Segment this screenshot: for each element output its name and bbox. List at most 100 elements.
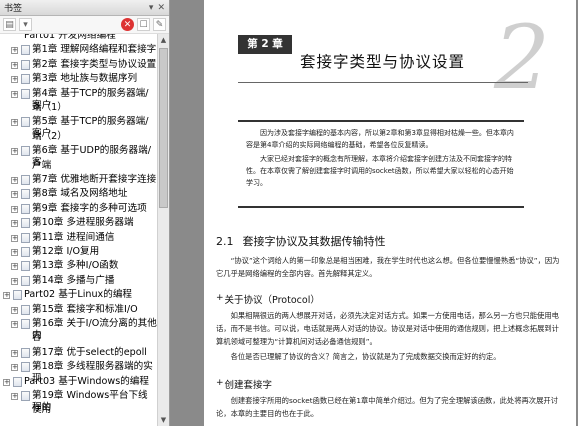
- bookmark-item[interactable]: + 第9章 套接字的多种可选项: [0, 203, 157, 217]
- expand-toggle-icon[interactable]: +: [11, 76, 18, 84]
- bookmark-icon: [21, 189, 30, 200]
- delete-bookmark-icon[interactable]: ✕: [121, 18, 134, 31]
- expand-toggle-icon[interactable]: +: [11, 364, 18, 372]
- bookmark-item[interactable]: + 第8章 域名及网络地址: [0, 188, 157, 202]
- expand-toggle-icon[interactable]: +: [11, 263, 18, 271]
- body-paragraph: 如果相隔很远的两人想展开对话，必须先决定对话方式。如果一方使用电话，那么另一方也…: [216, 309, 566, 348]
- bookmark-icon: [21, 232, 30, 243]
- expand-toggle-icon[interactable]: +: [11, 234, 18, 242]
- expand-toggle-icon[interactable]: +: [3, 292, 10, 300]
- paragraph-text: 如果相隔很远的两人想展开对话，必须先决定对话方式。如果一方使用电话，那么另一方也…: [216, 311, 559, 346]
- bookmark-options-icon[interactable]: ▤: [3, 18, 16, 31]
- options-icon[interactable]: ▾: [149, 3, 154, 13]
- close-icon[interactable]: ✕: [157, 3, 165, 13]
- expand-toggle-icon[interactable]: +: [11, 220, 18, 228]
- bookmark-item[interactable]: + 第11章 进程间通信: [0, 232, 157, 246]
- expand-toggle-icon[interactable]: +: [11, 393, 18, 400]
- subhead-title: 创建套接字: [224, 380, 273, 391]
- bookmark-item[interactable]: + 第6章 基于UDP的服务器端/客: [0, 145, 157, 168]
- bookmark-label: 第15章 套接字和标准I/O: [32, 303, 138, 315]
- bookmark-item[interactable]: + 第13章 多种I/O函数: [0, 260, 157, 274]
- bookmark-icon: [21, 218, 30, 229]
- paragraph-text: 创建套接字所用的socket函数已经在第1章中简单介绍过。但为了完全理解该函数，…: [216, 396, 558, 418]
- bookmark-icon: [21, 304, 30, 315]
- bookmark-label: 第8章 域名及网络地址: [32, 188, 128, 200]
- bookmark-item[interactable]: + 第4章 基于TCP的服务器端/客户: [0, 88, 157, 111]
- bookmark-item[interactable]: + 第18章 多线程服务器端的实现: [0, 361, 157, 384]
- panel-header-icons: ▾ ✕: [149, 3, 165, 13]
- document-background: [170, 0, 204, 426]
- panel-header: 书签 ▾ ✕: [0, 0, 169, 16]
- expand-toggle-icon[interactable]: +: [3, 378, 10, 386]
- bookmark-item[interactable]: + 第2章 套接字类型与协议设置: [0, 59, 157, 73]
- paragraph-text: 各位是否已理解了协议的含义？简言之，协议就是为了完成数据交换而定好的约定。: [230, 352, 501, 361]
- scroll-up-icon[interactable]: ▲: [158, 34, 169, 46]
- bookmark-item[interactable]: 使用: [0, 404, 157, 418]
- bookmark-item[interactable]: 端（2）: [0, 131, 157, 145]
- expand-toggle-icon[interactable]: +: [11, 205, 18, 213]
- bookmark-item[interactable]: + 第7章 优雅地断开套接字连接: [0, 174, 157, 188]
- section-heading: 2.1 套接字协议及其数据传输特性: [216, 233, 386, 249]
- expand-icon[interactable]: ▾: [19, 18, 32, 31]
- expand-toggle-icon[interactable]: +: [11, 119, 18, 127]
- bookmark-icon: [21, 59, 30, 70]
- bookmark-tree: Part01 开发网络编程 + 第1章 理解网络编程和套接字 + 第2章 套接字类型与协…: [0, 34, 157, 426]
- expand-toggle-icon[interactable]: +: [11, 47, 18, 55]
- bookmark-icon: [21, 146, 30, 157]
- scroll-thumb[interactable]: [159, 48, 168, 208]
- bookmark-toolbar: ▤ ▾ ✕ ☐ ✎: [0, 16, 169, 34]
- bookmark-item[interactable]: + 第3章 地址族与数据序列: [0, 73, 157, 87]
- bookmark-item[interactable]: + 第16章 关于I/O流分离的其他内: [0, 318, 157, 341]
- expand-toggle-icon[interactable]: +: [11, 90, 18, 98]
- bookmark-part[interactable]: + Part02 基于Linux的编程: [0, 289, 157, 303]
- expand-toggle-icon[interactable]: +: [11, 306, 18, 314]
- bookmark-icon: [21, 45, 30, 56]
- bookmark-item[interactable]: 端（1）: [0, 102, 157, 116]
- expand-toggle-icon[interactable]: +: [11, 349, 18, 357]
- bookmark-label: 第12章 I/O复用: [32, 246, 100, 257]
- bookmark-item[interactable]: + 第14章 多播与广播: [0, 275, 157, 289]
- scroll-down-icon[interactable]: ▼: [158, 414, 169, 426]
- paragraph-text: “协议”这个词给人的第一印象总是相当困难，我在学生时代也这么想。但各位要慢慢熟悉…: [216, 256, 560, 278]
- abstract-paragraph: 因为涉及套接字编程的基本内容，所以第2章和第3章显得相对枯燥一些。但本章内容是第…: [246, 129, 514, 149]
- bookmark-item[interactable]: 容: [0, 332, 157, 346]
- bookmark-label: 端（1）: [32, 102, 67, 113]
- bookmark-part[interactable]: + Part03 基于Windows的编程: [0, 376, 157, 390]
- bookmark-item[interactable]: + 第17章 优于select的epoll: [0, 347, 157, 361]
- bookmark-scrollbar[interactable]: ▲ ▼: [157, 34, 169, 426]
- bookmark-icon: [21, 247, 30, 257]
- bookmark-item[interactable]: + 第10章 多进程服务器端: [0, 217, 157, 231]
- bookmark-label: 第14章 多播与广播: [32, 274, 115, 286]
- subheading-protocol: +关于协议（Protocol）: [216, 292, 320, 306]
- bookmark-icon: [13, 290, 22, 301]
- expand-toggle-icon[interactable]: +: [11, 321, 18, 328]
- bookmark-item[interactable]: + 第15章 套接字和标准I/O: [0, 304, 157, 318]
- bookmark-label: 第1章 理解网络编程和套接字: [32, 44, 157, 56]
- edit-bookmark-icon[interactable]: ✎: [153, 18, 166, 31]
- bookmark-icon: [21, 261, 30, 272]
- chapter-abstract: 因为涉及套接字编程的基本内容，所以第2章和第3章显得相对枯燥一些。但本章内容是第…: [238, 120, 524, 208]
- expand-toggle-icon[interactable]: +: [11, 148, 18, 156]
- bookmark-icon: [21, 117, 30, 128]
- bookmark-label: 第13章 多种I/O函数: [32, 260, 119, 272]
- subhead-marker: +: [216, 378, 224, 388]
- new-bookmark-icon[interactable]: ☐: [137, 18, 150, 31]
- bookmark-item[interactable]: + 第12章 I/O复用: [0, 246, 157, 260]
- bookmark-item[interactable]: 户端: [0, 160, 157, 174]
- expand-toggle-icon[interactable]: +: [11, 249, 18, 256]
- subhead-marker: +: [216, 293, 224, 303]
- expand-toggle-icon[interactable]: +: [11, 191, 18, 199]
- bookmark-item[interactable]: + 第1章 理解网络编程和套接字: [0, 44, 157, 58]
- body-paragraph: “协议”这个词给人的第一印象总是相当困难，我在学生时代也这么想。但各位要慢慢熟悉…: [216, 254, 566, 280]
- document-page: 2 第 2 章 套接字类型与协议设置 因为涉及套接字编程的基本内容，所以第2章和…: [204, 0, 576, 426]
- expand-toggle-icon[interactable]: +: [11, 177, 18, 184]
- bookmark-icon: [21, 319, 30, 329]
- bookmark-icon: [21, 74, 30, 85]
- bookmark-label: 使用: [32, 404, 52, 416]
- bookmark-item[interactable]: + 第5章 基于TCP的服务器端/客户: [0, 116, 157, 139]
- expand-toggle-icon[interactable]: +: [11, 277, 18, 285]
- expand-toggle-icon[interactable]: +: [11, 61, 18, 69]
- bookmark-icon: [21, 347, 30, 358]
- bookmark-item[interactable]: + 第19章 Windows平台下线程的: [0, 390, 157, 413]
- bookmark-part[interactable]: Part01 开发网络编程: [0, 34, 157, 44]
